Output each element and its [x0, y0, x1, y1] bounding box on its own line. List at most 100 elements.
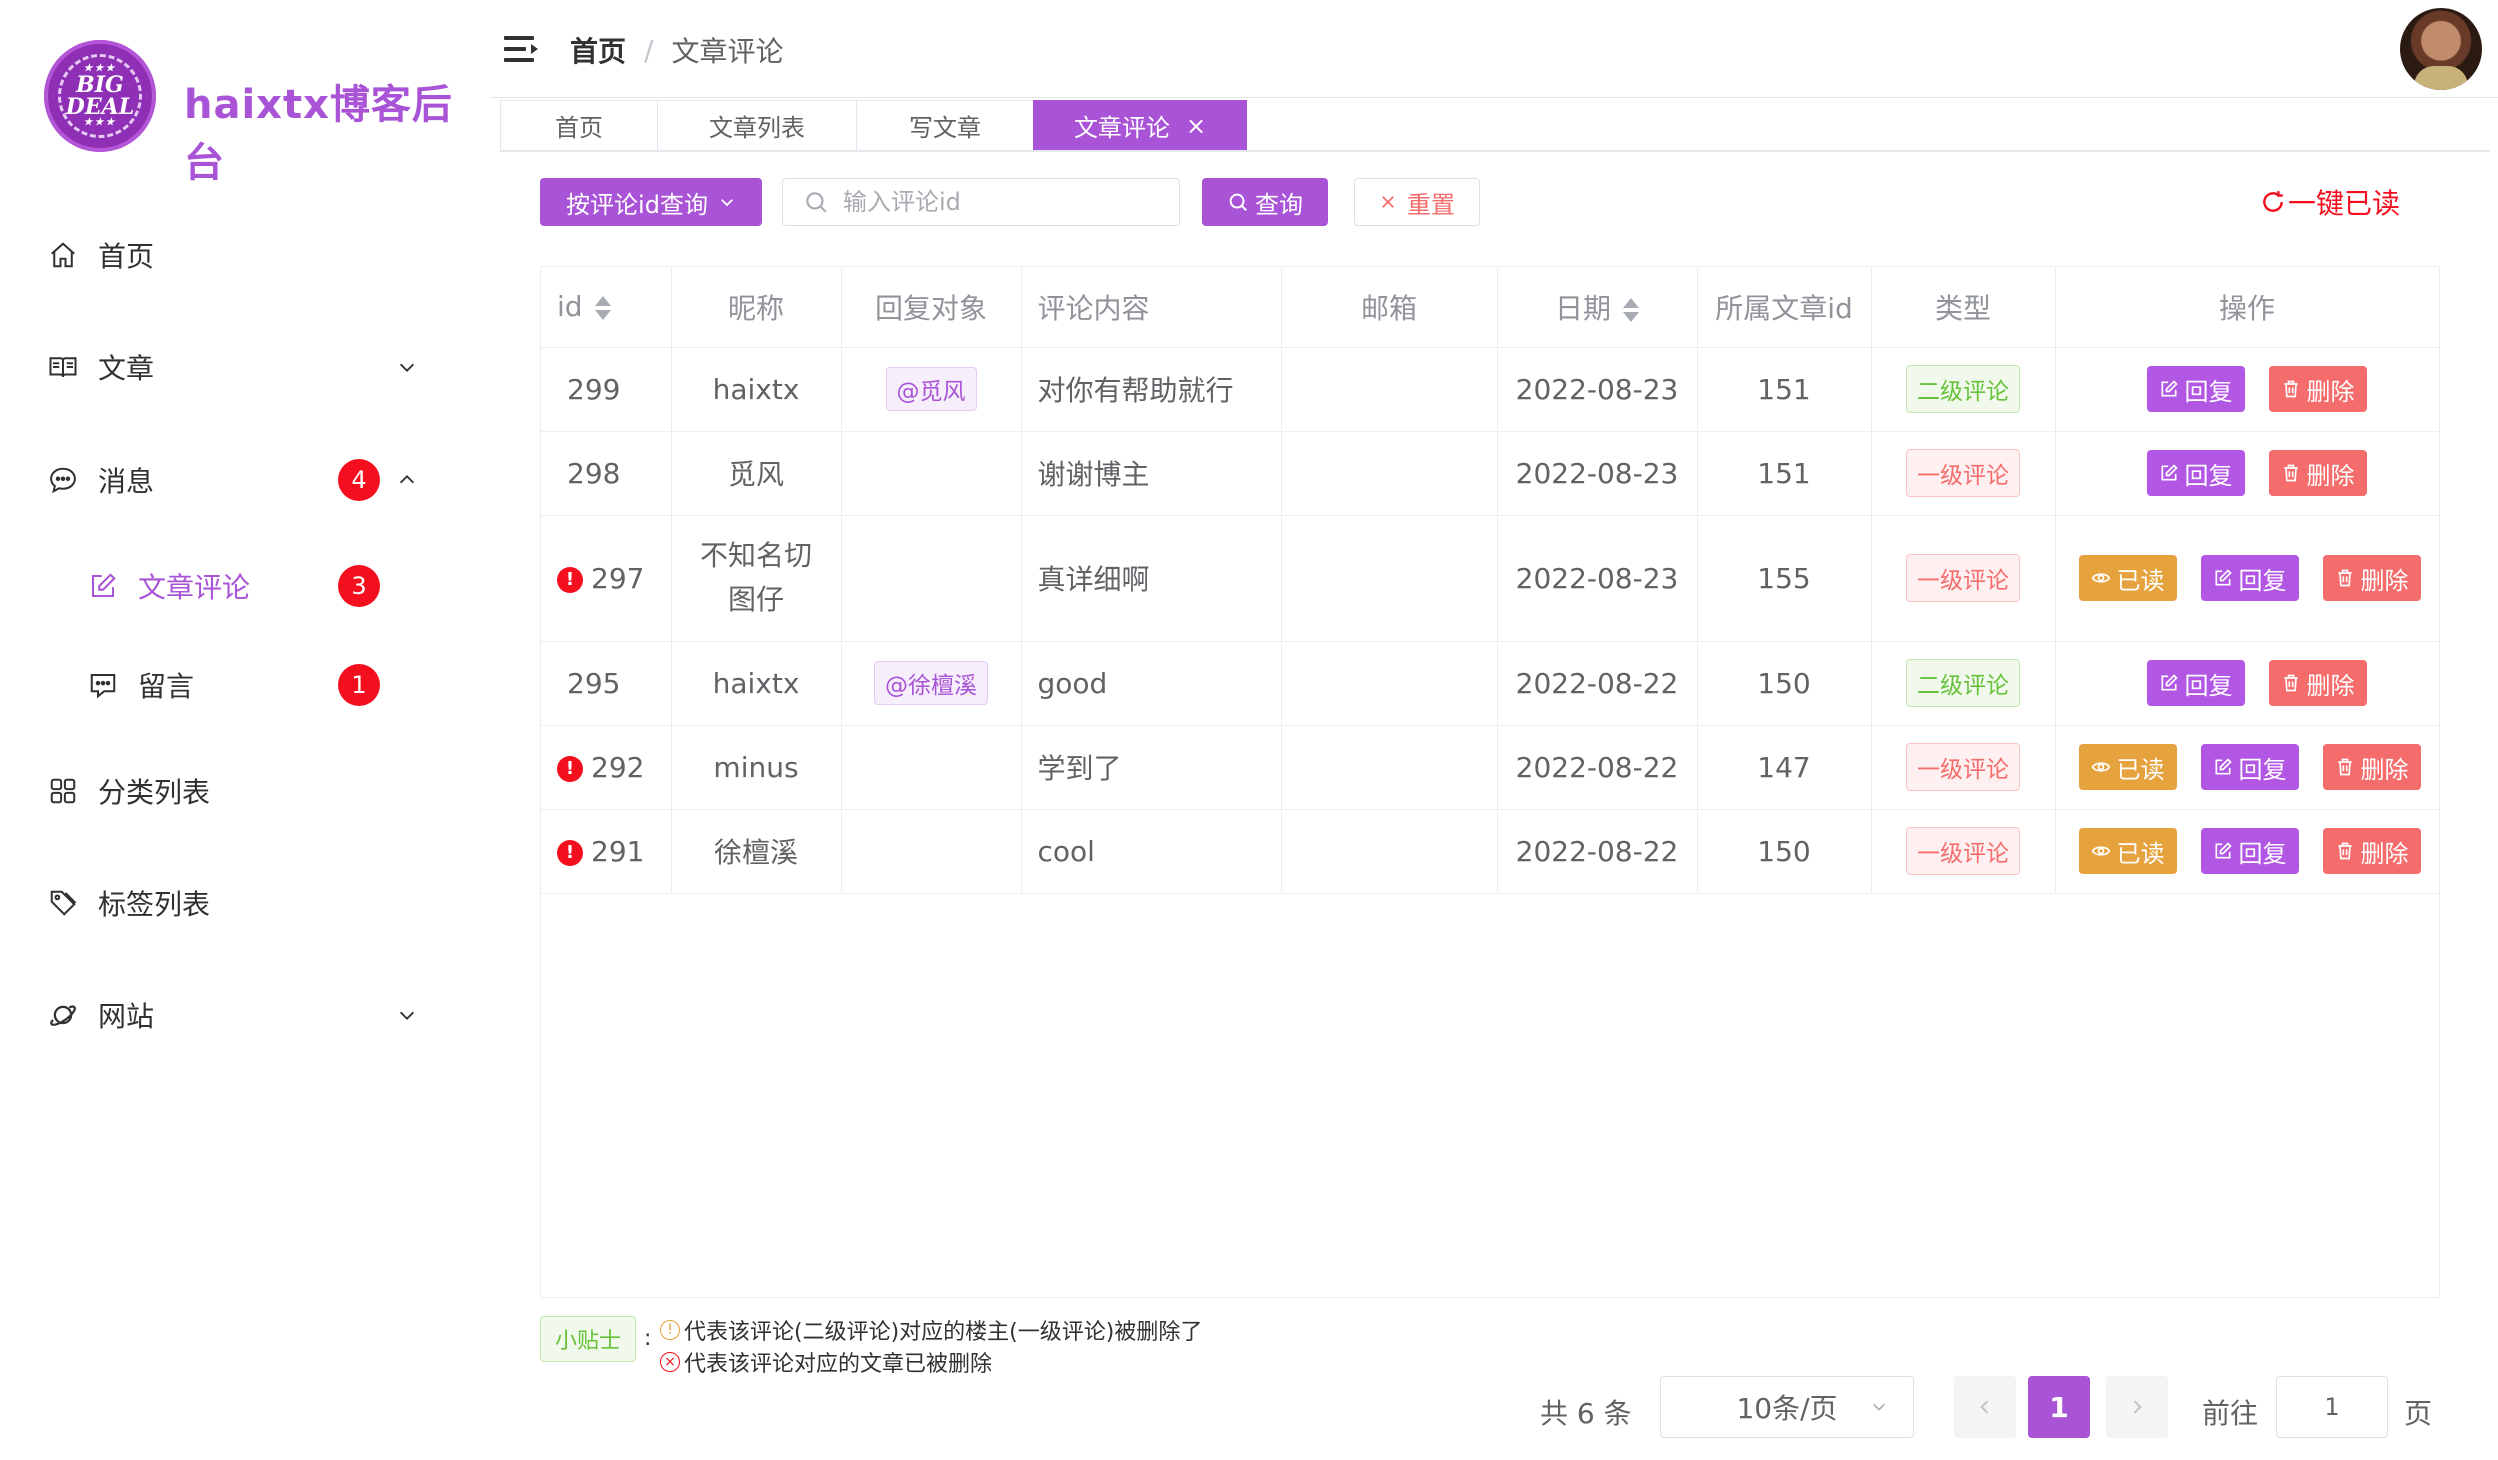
tab-article-comments[interactable]: 文章评论 × — [1033, 100, 1247, 150]
cell-reply-to: @觅风 — [841, 347, 1022, 432]
reply-button[interactable]: 回复 — [2200, 828, 2299, 874]
page-size-select[interactable]: 10条/页 — [1660, 1376, 1914, 1438]
sidebar-item-messages[interactable]: 消息 4 — [0, 440, 490, 520]
chevron-left-icon — [1980, 1400, 1989, 1414]
cell-id: 299 — [541, 347, 672, 432]
page-number-1[interactable]: 1 — [2028, 1376, 2090, 1438]
sidebar-item-home[interactable]: 首页 — [0, 215, 490, 295]
search-icon — [1229, 193, 1247, 211]
sidebar-item-categories[interactable]: 分类列表 — [0, 751, 490, 831]
comment-level-tag: 一级评论 — [1906, 449, 2020, 497]
column-header-id[interactable]: id — [541, 267, 672, 348]
reply-button[interactable]: 回复 — [2146, 450, 2245, 496]
tab-write-article[interactable]: 写文章 — [856, 100, 1034, 150]
cell-reply-to — [841, 515, 1022, 642]
delete-button[interactable]: 删除 — [2322, 555, 2421, 601]
cell-article-id: 151 — [1697, 347, 1872, 432]
close-icon[interactable]: × — [1186, 112, 1206, 140]
reply-button[interactable]: 回复 — [2146, 366, 2245, 412]
goto-page-input[interactable]: 1 — [2276, 1376, 2388, 1438]
chevron-down-icon — [396, 1004, 418, 1026]
delete-button[interactable]: 删除 — [2322, 744, 2421, 790]
avatar[interactable] — [2400, 8, 2482, 90]
query-mode-select[interactable]: 按评论id查询 — [540, 178, 762, 226]
cell-email — [1281, 347, 1498, 432]
warning-icon: ! — [660, 1320, 680, 1340]
cell-article-id: 151 — [1697, 431, 1872, 516]
sidebar-item-website[interactable]: 网站 — [0, 975, 490, 1055]
edit-icon — [86, 569, 120, 603]
cell-content: 对你有帮助就行 — [1021, 347, 1282, 432]
cell-email — [1281, 641, 1498, 726]
search-input[interactable] — [843, 188, 1163, 216]
cell-email — [1281, 431, 1498, 516]
column-header-email: 邮箱 — [1281, 267, 1498, 348]
cell-id: 295 — [541, 641, 672, 726]
delete-button[interactable]: 删除 — [2268, 450, 2367, 496]
chevron-right-icon — [2133, 1400, 2142, 1414]
cell-date: 2022-08-23 — [1497, 347, 1698, 432]
reply-to-tag: @觅风 — [885, 367, 977, 411]
mark-read-button[interactable]: 已读 — [2078, 744, 2177, 790]
breadcrumb: 首页 / 文章评论 — [570, 30, 783, 70]
chevron-down-icon — [1873, 1403, 1885, 1411]
column-header-content: 评论内容 — [1021, 267, 1282, 348]
edit-icon — [2161, 464, 2178, 481]
reply-button[interactable]: 回复 — [2146, 660, 2245, 706]
messages-badge: 4 — [338, 459, 380, 501]
cell-date: 2022-08-22 — [1497, 641, 1698, 726]
sort-icon — [1623, 297, 1639, 323]
cell-email — [1281, 515, 1498, 642]
cell-nickname: haixtx — [671, 641, 842, 726]
cell-date: 2022-08-22 — [1497, 725, 1698, 810]
cell-content: good — [1021, 641, 1282, 726]
breadcrumb-home[interactable]: 首页 — [570, 30, 626, 70]
sidebar-item-tags[interactable]: 标签列表 — [0, 863, 490, 943]
reset-button[interactable]: 重置 — [1354, 178, 1480, 226]
sidebar-item-article-comments[interactable]: 文章评论 3 — [0, 546, 490, 626]
cell-article-id: 155 — [1697, 515, 1872, 642]
delete-button[interactable]: 删除 — [2322, 828, 2421, 874]
cell-date: 2022-08-23 — [1497, 515, 1698, 642]
column-header-reply-to: 回复对象 — [841, 267, 1022, 348]
eye-icon — [2091, 846, 2110, 856]
next-page-button[interactable] — [2106, 1376, 2168, 1438]
trash-icon — [2337, 569, 2352, 587]
pagination-total: 共 6 条 — [1540, 1397, 1632, 1430]
cell-email — [1281, 725, 1498, 810]
prev-page-button[interactable] — [1954, 1376, 2016, 1438]
delete-button[interactable]: 删除 — [2268, 366, 2367, 412]
comment-level-tag: 二级评论 — [1906, 659, 2020, 707]
reply-button[interactable]: 回复 — [2200, 744, 2299, 790]
reply-button[interactable]: 回复 — [2200, 555, 2299, 601]
query-button[interactable]: 查询 — [1202, 178, 1328, 226]
sidebar-item-articles[interactable]: 文章 — [0, 327, 490, 407]
column-header-date[interactable]: 日期 — [1497, 267, 1698, 348]
mark-all-read-button[interactable]: 一键已读 — [2260, 182, 2400, 222]
tab-home[interactable]: 首页 — [500, 100, 658, 150]
cell-reply-to: @徐檀溪 — [841, 641, 1022, 726]
tab-article-list[interactable]: 文章列表 — [657, 100, 857, 150]
search-field[interactable] — [782, 178, 1180, 226]
mark-read-button[interactable]: 已读 — [2078, 555, 2177, 601]
message-icon — [86, 668, 120, 702]
app-root: ★★★ BIG DEAL ★★★ haixtx博客后台 首页 文章 消息 4 文… — [0, 0, 2498, 1460]
column-header-type: 类型 — [1871, 267, 2056, 348]
refresh-icon — [2263, 191, 2283, 212]
delete-button[interactable]: 删除 — [2268, 660, 2367, 706]
brand-title: haixtx博客后台 — [184, 82, 453, 186]
table-row: ! 291 徐檀溪 cool 2022-08-22 150 一级评论 已读 回复 删除 — [541, 809, 2440, 894]
collapse-menu-icon[interactable] — [504, 34, 538, 64]
cell-article-id: 150 — [1697, 641, 1872, 726]
sidebar-item-guestbook[interactable]: 留言 1 — [0, 645, 490, 725]
table-header-row: id 昵称 回复对象 评论内容 邮箱 日期 所属文章id 类型 操作 — [541, 267, 2440, 348]
cell-type: 二级评论 — [1871, 641, 2056, 726]
table-row: ! 297 不知名切图仔 真详细啊 2022-08-23 155 一级评论 已读 回复 删除 — [541, 515, 2440, 642]
comment-level-tag: 一级评论 — [1906, 554, 2020, 602]
planet-icon — [46, 998, 80, 1032]
trash-icon — [2283, 464, 2298, 482]
column-header-article-id: 所属文章id — [1697, 267, 1872, 348]
edit-icon — [2161, 674, 2178, 691]
cell-nickname: 不知名切图仔 — [671, 515, 842, 642]
mark-read-button[interactable]: 已读 — [2078, 828, 2177, 874]
